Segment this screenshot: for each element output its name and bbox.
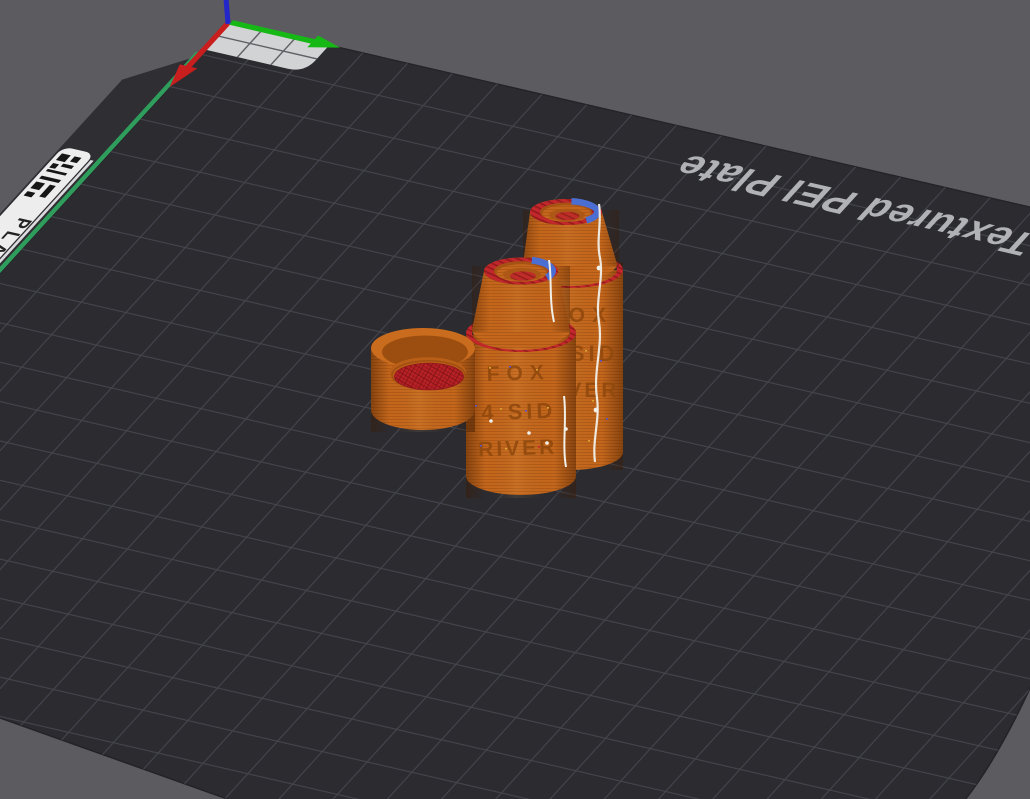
seam-blob bbox=[594, 408, 599, 413]
slicer-3d-viewport[interactable]: Textured PEI Plate PLA bbox=[0, 0, 1030, 799]
front-bottle-emboss-text: FOX 4 SID RIVER bbox=[478, 361, 558, 461]
z-axis bbox=[226, 0, 228, 24]
seam-blob bbox=[597, 266, 602, 271]
lid-infill-surface bbox=[395, 363, 464, 390]
svg-text:RIVER: RIVER bbox=[478, 436, 558, 462]
scene-canvas[interactable]: Textured PEI Plate PLA bbox=[0, 0, 1030, 799]
object-lid[interactable] bbox=[371, 328, 475, 432]
svg-text:FOX: FOX bbox=[486, 361, 551, 386]
